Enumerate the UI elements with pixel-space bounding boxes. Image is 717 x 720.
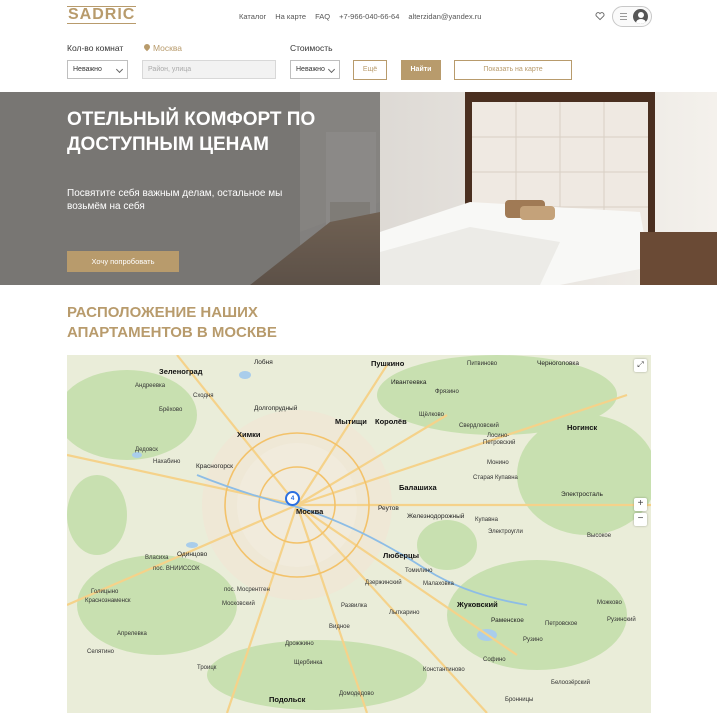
map-label-troitsk: Троицк <box>197 665 217 671</box>
map-tiles <box>67 355 651 713</box>
map-label-lytkarino: Лыткарино <box>389 610 420 616</box>
map-label-chernogolovka: Черноголовка <box>537 360 580 367</box>
avatar <box>633 9 648 24</box>
show-on-map-button[interactable]: Показать на карте <box>454 60 572 80</box>
map-label-nakhabino: Нахабино <box>153 459 181 465</box>
map-label-krasnogorsk: Красногорск <box>196 463 234 470</box>
map-label-reutov: Реутов <box>378 505 399 512</box>
map-label-zhukovsky: Жуковский <box>457 600 498 609</box>
fullscreen-icon[interactable]: ⤢ <box>634 359 647 372</box>
map-label-khimki: Химки <box>237 430 261 439</box>
map-label-zelenograd: Зеленоград <box>159 367 203 376</box>
nav-catalog[interactable]: Каталог <box>239 12 266 21</box>
try-button[interactable]: Хочу попробовать <box>67 251 179 272</box>
map-label-shchelkovo: Щёлково <box>419 412 444 418</box>
map-label-belooziorsky: Белоозёрский <box>551 680 591 686</box>
map-label-drozhzhino: Дрожжино <box>285 641 314 647</box>
price-select-value: Неважно <box>296 66 325 73</box>
chevron-down-icon <box>115 65 124 74</box>
map-label-odintsovo: Одинцово <box>177 551 208 558</box>
map-label-korolev: Королёв <box>375 417 407 426</box>
map-label-balashikha: Балашиха <box>399 483 437 492</box>
map-label-skhodnya: Сходня <box>193 393 214 399</box>
hero-subtitle: Посвятите себя важным делам, остальное м… <box>67 188 283 212</box>
heart-icon[interactable] <box>595 11 605 21</box>
map-label-elektrostal: Электросталь <box>561 491 603 498</box>
nav-faq[interactable]: FAQ <box>315 12 330 21</box>
map-label-ruzino: Рузино <box>523 637 543 643</box>
map-label-golitsyno: Голицыно <box>91 589 119 595</box>
map-label-moskovsky: Московский <box>222 601 255 607</box>
map-label-dedovsk: Дедовск <box>135 447 158 453</box>
rooms-label: Кол-во комнат <box>67 43 124 53</box>
nav-email[interactable]: alterzidan@yandex.ru <box>408 12 481 21</box>
map-label-lobnya: Лобня <box>254 359 273 366</box>
map-label-mozhkovo: Можково <box>597 600 622 606</box>
map-label-mytishchi: Мытищи <box>335 417 367 426</box>
map-label-vniissok: пос. ВНИИССОК <box>153 566 200 572</box>
map-label-vlasikha: Власиха <box>145 555 169 561</box>
apartment-cluster-marker[interactable]: 4 <box>285 491 300 506</box>
map-label-dzerzhinsky: Дзержинский <box>365 580 402 586</box>
zoom-out-button[interactable]: − <box>634 513 647 526</box>
map-label-tomilino: Томилино <box>405 568 433 574</box>
map-label-domodedovo: Домодедово <box>339 691 374 697</box>
map-label-kupavna: Купавна <box>475 517 498 523</box>
location-pin-icon <box>142 42 152 52</box>
map-label-zheleznodorozhny: Железнодорожный <box>407 513 465 520</box>
hero-title: Отельный комфорт по доступным ценам <box>67 109 316 155</box>
price-label: Стоимость <box>290 43 333 53</box>
map-label-shcherbinka: Щербинка <box>294 660 323 666</box>
chevron-down-icon <box>327 65 336 74</box>
map-label-razvilka: Развилка <box>341 603 367 609</box>
logo[interactable]: SADRIC <box>67 6 137 24</box>
map-label-podolsk: Подольск <box>269 695 306 704</box>
rooms-select[interactable]: Неважно <box>67 60 128 79</box>
apartments-map[interactable]: Зеленоград Лобня Пушкино Питвиново Черно… <box>67 355 651 713</box>
more-filters-button[interactable]: Ещё <box>353 60 387 80</box>
map-label-mosrentgen: пос. Мосрентген <box>224 587 270 593</box>
nav-map[interactable]: На карте <box>275 12 306 21</box>
map-label-sverdlovsky: Свердловский <box>459 423 499 429</box>
map-label-monino: Монино <box>487 460 509 466</box>
map-label-vidnoe: Видное <box>329 624 350 630</box>
menu-icon <box>620 13 627 22</box>
map-label-moskva: Москва <box>296 507 324 516</box>
site-header: SADRIC Каталог На карте FAQ +7-966-040-6… <box>0 0 717 33</box>
map-label-vysokovo: Высокое <box>587 533 612 539</box>
map-label-elektrougli: Электроугли <box>488 529 523 535</box>
find-button[interactable]: Найти <box>401 60 441 80</box>
map-label-lyubertsy: Люберцы <box>383 551 419 560</box>
rooms-select-value: Неважно <box>73 66 102 73</box>
map-label-ruzinski: Рузинский <box>607 617 636 623</box>
price-select[interactable]: Неважно <box>290 60 340 79</box>
map-label-ramenskoe: Раменское <box>491 617 524 624</box>
map-label-andreevka: Андреевка <box>135 383 166 389</box>
map-label-aprelevka: Апрелевка <box>117 631 147 637</box>
map-label-fryazino: Фрязино <box>435 389 459 395</box>
map-label-pushkino: Пушкино <box>371 359 405 368</box>
map-label-petrovsky: Петровский <box>483 440 516 446</box>
map-label-petrovskoe: Петровское <box>545 621 578 627</box>
map-label-sofino: Софино <box>483 657 506 663</box>
map-label-pitvinovo: Питвиново <box>467 361 498 367</box>
user-menu-button[interactable] <box>612 6 652 27</box>
map-label-losino: Лосино- <box>487 433 510 439</box>
zoom-in-button[interactable]: + <box>634 498 647 511</box>
map-label-ivanteevka: Ивантеевка <box>391 379 427 386</box>
map-label-malakhovka: Малаховка <box>423 581 454 587</box>
map-label-bronnitsy: Бронницы <box>505 697 534 703</box>
map-label-krasnoznamensk: Краснознаменск <box>85 598 131 604</box>
nav-phone[interactable]: +7-966-040-66-64 <box>339 12 399 21</box>
map-label-noginsk: Ногинск <box>567 423 598 432</box>
map-label-selyatino: Селятино <box>87 649 114 655</box>
map-label-konstantinovo: Константиново <box>423 667 465 673</box>
map-label-brekhovo: Брёхово <box>159 407 183 413</box>
map-label-dolgoprudny: Долгопрудный <box>254 405 298 412</box>
map-label-staraya-kupavna: Старая Купавна <box>473 475 518 481</box>
city-selector[interactable]: Москва <box>153 43 182 53</box>
location-title: Расположение наших апартаментов в Москве <box>67 304 277 341</box>
main-nav: Каталог На карте FAQ +7-966-040-66-64 al… <box>239 12 481 21</box>
address-input[interactable]: Район, улица <box>142 60 276 79</box>
